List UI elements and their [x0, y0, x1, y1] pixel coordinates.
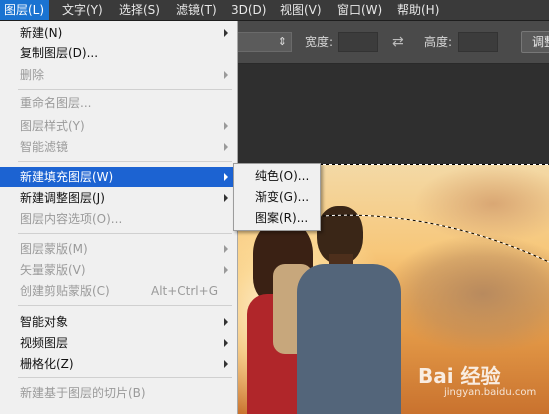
menu-item-rename-layer: 重命名图层... [20, 96, 92, 110]
width-field[interactable] [338, 32, 378, 52]
chevron-right-icon [224, 360, 228, 368]
menu-item-layer-style: 图层样式(Y) [0, 116, 236, 136]
width-label: 宽度: [305, 35, 334, 49]
menu-item-rasterize[interactable]: 栅格化(Z) [0, 354, 236, 374]
chevron-right-icon [224, 173, 228, 181]
menu-item-duplicate-layer[interactable]: 复制图层(D)... [0, 43, 236, 63]
watermark-logo: Bai 经验 jingyan.baidu.com [418, 364, 537, 398]
menu-help[interactable]: 帮助(H) [393, 0, 443, 20]
chevron-right-icon [224, 339, 228, 347]
refine-edge-button[interactable]: 调整 [521, 31, 549, 53]
submenu-item-gradient[interactable]: 渐变(G)... [235, 187, 319, 207]
menu-item-delete: 删除 [0, 65, 236, 85]
chevron-right-icon [224, 318, 228, 326]
chevron-right-icon [224, 122, 228, 130]
fill-layer-submenu: 纯色(O)... 渐变(G)... 图案(R)... [233, 163, 321, 231]
menu-3d[interactable]: 3D(D) [227, 0, 270, 20]
chevron-right-icon [224, 29, 228, 37]
menu-filter[interactable]: 滤镜(T) [172, 0, 221, 20]
menu-item-vector-mask: 矢量蒙版(V) [0, 260, 236, 280]
chevron-right-icon [224, 143, 228, 151]
menu-bar: 图层(L) 文字(Y) 选择(S) 滤镜(T) 3D(D) 视图(V) 窗口(W… [0, 0, 549, 21]
chevron-right-icon [224, 71, 228, 79]
height-label: 高度: [424, 35, 453, 49]
submenu-item-pattern[interactable]: 图案(R)... [235, 208, 319, 228]
menu-item-new[interactable]: 新建(N) [0, 23, 236, 43]
swap-icon[interactable]: ⇄ [392, 32, 404, 52]
menu-item-new-adjustment-layer[interactable]: 新建调整图层(J) [0, 188, 236, 208]
menu-divider [18, 305, 232, 306]
menu-item-new-fill-layer[interactable]: 新建填充图层(W) [0, 167, 236, 187]
menu-item-smart-object[interactable]: 智能对象 [0, 312, 236, 332]
menu-item-layer-content-options: 图层内容选项(O)... [20, 212, 123, 226]
menu-layer[interactable]: 图层(L) [0, 0, 49, 20]
menu-divider [18, 89, 232, 90]
chevron-right-icon [224, 266, 228, 274]
style-select[interactable]: ⇕ [236, 32, 292, 52]
menu-item-smart-filter: 智能滤镜 [0, 137, 236, 157]
menu-window[interactable]: 窗口(W) [333, 0, 386, 20]
menu-item-layer-mask: 图层蒙版(M) [0, 239, 236, 259]
stepper-icon: ⇕ [277, 35, 287, 48]
menu-type[interactable]: 文字(Y) [58, 0, 107, 20]
submenu-item-solid-color[interactable]: 纯色(O)... [235, 166, 319, 186]
menu-view[interactable]: 视图(V) [276, 0, 326, 20]
menu-item-new-layer-based-slice: 新建基于图层的切片(B) [20, 386, 146, 400]
menu-item-create-clipping-mask: 创建剪贴蒙版(C) Alt+Ctrl+G [0, 281, 236, 301]
layer-menu: 新建(N) 复制图层(D)... 删除 重命名图层... 图层样式(Y) 智能滤… [0, 21, 238, 414]
menu-divider [18, 233, 232, 234]
menu-divider [18, 161, 232, 162]
menu-divider [18, 377, 232, 378]
chevron-right-icon [224, 245, 228, 253]
menu-select[interactable]: 选择(S) [115, 0, 164, 20]
shortcut-label: Alt+Ctrl+G [150, 284, 218, 298]
chevron-right-icon [224, 194, 228, 202]
menu-item-video-layers[interactable]: 视频图层 [0, 333, 236, 353]
height-field[interactable] [458, 32, 498, 52]
